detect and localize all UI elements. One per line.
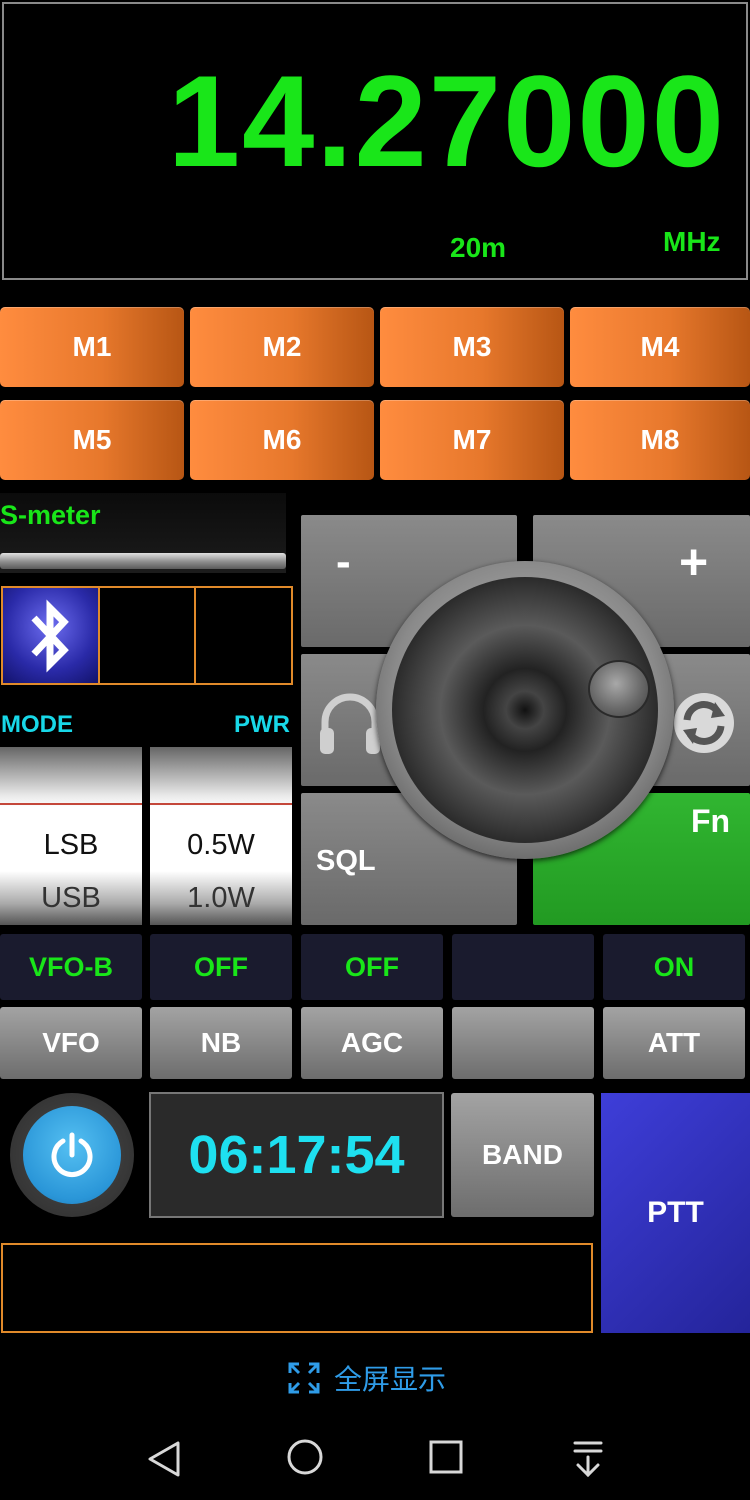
- s-meter-bar: [0, 553, 286, 569]
- clock-display: 06:17:54: [149, 1092, 444, 1218]
- s-meter-label: S-meter: [0, 500, 101, 530]
- fullscreen-label: 全屏显示: [334, 1364, 447, 1395]
- memory-button-m5[interactable]: M5: [0, 400, 184, 480]
- status-nb: OFF: [150, 934, 292, 1000]
- fullscreen-link[interactable]: 全屏显示: [288, 1358, 446, 1398]
- status-vfo: VFO-B: [0, 934, 142, 1000]
- message-box: [1, 1243, 593, 1333]
- memory-button-m2[interactable]: M2: [190, 307, 374, 387]
- slot-2[interactable]: [100, 588, 197, 683]
- mode-next: USB: [0, 871, 142, 925]
- power-picker[interactable]: 0.5W 1.0W: [150, 747, 292, 925]
- status-empty: [452, 934, 594, 1000]
- frequency-value: 14.27000: [167, 48, 726, 194]
- navigation-bar: [0, 1415, 750, 1500]
- nb-button[interactable]: NB: [150, 1007, 292, 1079]
- mode-picker[interactable]: LSB USB: [0, 747, 142, 925]
- power-label: PWR: [234, 711, 290, 738]
- ptt-button[interactable]: PTT: [601, 1093, 750, 1333]
- memory-button-m3[interactable]: M3: [380, 307, 564, 387]
- power-icon: [51, 1132, 93, 1178]
- agc-button[interactable]: AGC: [301, 1007, 443, 1079]
- plus-label: +: [679, 534, 709, 590]
- power-selected: 0.5W: [187, 828, 255, 861]
- refresh-icon: [674, 693, 734, 753]
- nav-back-icon[interactable]: [146, 1439, 182, 1479]
- tuning-knob-grip[interactable]: [588, 660, 650, 718]
- mode-label: MODE: [1, 711, 73, 738]
- headphones-icon: [320, 693, 380, 754]
- bluetooth-button[interactable]: [3, 588, 100, 683]
- att-button[interactable]: ATT: [603, 1007, 745, 1079]
- sql-label: SQL: [316, 845, 376, 877]
- status-att: ON: [603, 934, 745, 1000]
- band-button[interactable]: BAND: [451, 1093, 594, 1217]
- nav-recents-icon[interactable]: [428, 1439, 464, 1475]
- unit-label: MHz: [663, 226, 721, 257]
- fullscreen-icon: [288, 1362, 320, 1394]
- mode-selected: LSB: [43, 828, 99, 861]
- bluetooth-icon: [31, 599, 70, 672]
- nav-down-icon[interactable]: [572, 1439, 604, 1479]
- memory-button-m7[interactable]: M7: [380, 400, 564, 480]
- fn-label: Fn: [691, 803, 731, 839]
- minus-label: -: [336, 537, 351, 586]
- accessory-slots: [1, 586, 293, 685]
- band-label: 20m: [450, 232, 507, 263]
- vfo-button[interactable]: VFO: [0, 1007, 142, 1079]
- memory-button-m8[interactable]: M8: [570, 400, 750, 480]
- slot-3[interactable]: [196, 588, 291, 683]
- memory-button-m4[interactable]: M4: [570, 307, 750, 387]
- nav-home-icon[interactable]: [285, 1437, 325, 1477]
- power-next: 1.0W: [150, 871, 292, 925]
- memory-button-m1[interactable]: M1: [0, 307, 184, 387]
- blank-button[interactable]: [452, 1007, 594, 1079]
- memory-button-m6[interactable]: M6: [190, 400, 374, 480]
- power-button[interactable]: [23, 1106, 121, 1204]
- status-agc: OFF: [301, 934, 443, 1000]
